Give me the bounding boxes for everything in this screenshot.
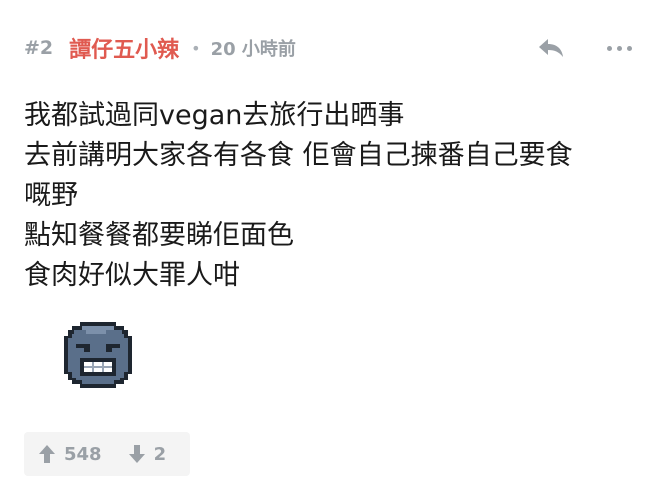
more-options-button[interactable] bbox=[602, 33, 636, 63]
post-line: 我都試過同vegan去旅行出晒事 bbox=[24, 100, 405, 131]
vote-bar: 548 2 bbox=[24, 432, 190, 476]
post-time: 20 小時前 bbox=[210, 39, 296, 60]
post-line: 食肉好似大罪人咁 bbox=[24, 260, 240, 291]
post-line: 點知餐餐都要睇佢面色 bbox=[24, 220, 294, 251]
reply-icon bbox=[539, 39, 563, 57]
reply-button[interactable] bbox=[534, 33, 568, 63]
arrow-down-icon bbox=[128, 445, 145, 463]
downvote-count: 2 bbox=[153, 443, 167, 465]
post-floor-number: #2 bbox=[24, 37, 54, 59]
downvote-button[interactable]: 2 bbox=[114, 432, 179, 476]
post-line: 去前講明大家各有各食 佢會自己揀番自己要食 bbox=[24, 140, 573, 171]
separator-dot: • bbox=[191, 38, 201, 58]
angry-face-sticker bbox=[58, 318, 138, 392]
post-content: 我都試過同vegan去旅行出晒事 去前講明大家各有各食 佢會自己揀番自己要食 嘅… bbox=[24, 96, 644, 296]
post-actions bbox=[534, 33, 636, 63]
post-header: #2 譚仔五小辣 • 20 小時前 bbox=[24, 30, 636, 66]
angry-face-icon bbox=[64, 322, 132, 388]
upvote-count: 548 bbox=[64, 443, 102, 465]
more-icon bbox=[606, 45, 612, 51]
arrow-up-icon bbox=[39, 445, 55, 463]
author-name[interactable]: 譚仔五小辣 bbox=[69, 32, 179, 64]
post-line: 嘅野 bbox=[24, 180, 78, 211]
upvote-button[interactable]: 548 bbox=[24, 432, 114, 476]
